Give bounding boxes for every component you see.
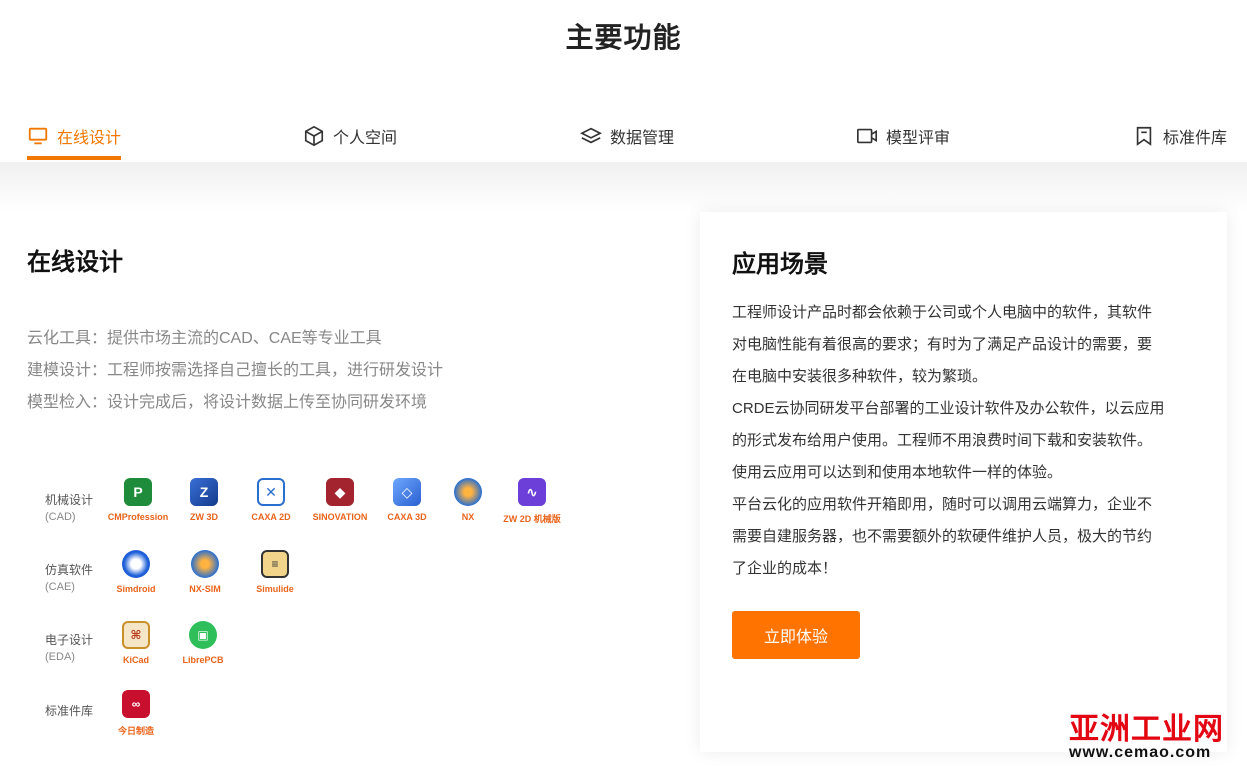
layers-icon — [580, 127, 602, 144]
zw3d-icon: Z — [190, 478, 218, 506]
card-line: 需要自建服务器，也不需要额外的软硬件维护人员，极大的节约 — [732, 528, 1153, 545]
category-name: 机械设计 — [45, 493, 94, 507]
simulide-icon: ≡ — [261, 550, 289, 578]
active-tab-indicator — [27, 156, 121, 160]
try-now-button[interactable]: 立即体验 — [732, 611, 860, 659]
app-caxa2d[interactable]: ✕ CAXA 2D — [231, 478, 311, 522]
card-line: 的形式发布给用户使用。工程师不用浪费时间下载和安装软件。 — [732, 432, 1153, 449]
app-label: LibrePCB — [182, 655, 224, 665]
caxa3d-icon: ◇ — [393, 478, 421, 506]
cube-icon — [304, 125, 324, 147]
scenario-card: 应用场景 工程师设计产品时都会依赖于公司或个人电脑中的软件，其软件 对电脑性能有… — [700, 212, 1227, 752]
feature-line: 建模设计：工程师按需选择自己擅长的工具，进行研发设计 — [27, 362, 444, 379]
app-jinri-zhizao[interactable]: ∞ 今日制造 — [96, 690, 176, 737]
app-label: NX-SIM — [189, 584, 221, 594]
card-paragraph-3: 平台云化的应用软件开箱即用，随时可以调用云端算力，企业不 需要自建服务器，也不需… — [732, 489, 1192, 585]
nxsim-icon — [191, 550, 219, 578]
card-line: 对电脑性能有着很高的要求；有时为了满足产品设计的需要，要 — [732, 336, 1153, 353]
card-title: 应用场景 — [732, 251, 828, 278]
category-standard-parts: 标准件库 — [45, 703, 93, 720]
simdroid-icon — [122, 550, 150, 578]
video-camera-icon — [857, 128, 877, 144]
category-cad: 机械设计 (CAD) — [45, 492, 93, 526]
category-eda: 电子设计 (EDA) — [45, 632, 93, 666]
app-label: Simulide — [256, 584, 294, 594]
app-librepcb[interactable]: ▣ LibrePCB — [163, 621, 243, 665]
card-paragraph-2: CRDE云协同研发平台部署的工业设计软件及办公软件，以云应用 的形式发布给用户使… — [732, 393, 1192, 489]
card-line: 了企业的成本！ — [732, 560, 838, 577]
cmprofession-icon: P — [124, 478, 152, 506]
app-label: Simdroid — [116, 584, 156, 594]
tab-personal-space[interactable]: 个人空间 — [303, 122, 397, 150]
kicad-icon: ⌘ — [122, 621, 150, 649]
category-sub: (CAE) — [45, 581, 75, 593]
tab-online-design[interactable]: 在线设计 — [27, 122, 121, 150]
caxa2d-icon: ✕ — [257, 478, 285, 506]
section-heading: 在线设计 — [27, 249, 123, 276]
tab-label: 模型评审 — [886, 130, 951, 147]
app-nxsim[interactable]: NX-SIM — [165, 550, 245, 594]
tab-label: 在线设计 — [57, 130, 122, 147]
watermark-url: www.cemao.com — [1069, 744, 1212, 761]
category-cae: 仿真软件 (CAE) — [45, 562, 93, 596]
app-label: CAXA 2D — [251, 512, 291, 522]
category-name: 仿真软件 — [45, 563, 94, 577]
librepcb-icon: ▣ — [189, 621, 217, 649]
sinovation-icon: ◆ — [326, 478, 354, 506]
app-simulide[interactable]: ≡ Simulide — [235, 550, 315, 594]
page: 主要功能 在线设计 个人空间 数据管理 模型评审 标准件库 在线设计 云化工具：… — [0, 0, 1247, 769]
jinri-zhizao-icon: ∞ — [122, 690, 150, 718]
monitor-icon — [28, 127, 48, 145]
card-line: CRDE云协同研发平台部署的工业设计软件及办公软件，以云应用 — [732, 400, 1165, 417]
tab-standard-parts[interactable]: 标准件库 — [1133, 122, 1227, 150]
card-line: 工程师设计产品时都会依赖于公司或个人电脑中的软件，其软件 — [732, 304, 1153, 321]
tab-data-management[interactable]: 数据管理 — [580, 122, 674, 150]
category-sub: (EDA) — [45, 651, 75, 663]
tab-model-review[interactable]: 模型评审 — [856, 122, 950, 150]
category-name: 电子设计 — [45, 633, 94, 647]
watermark-logo-text: 亚洲工业网 — [1069, 713, 1224, 746]
tabs-divider — [0, 162, 1247, 212]
feature-tabs: 在线设计 个人空间 数据管理 模型评审 标准件库 — [0, 110, 1247, 162]
card-line: 平台云化的应用软件开箱即用，随时可以调用云端算力，企业不 — [732, 496, 1153, 513]
card-line: 使用云应用可以达到和使用本地软件一样的体验。 — [732, 464, 1063, 481]
feature-line: 云化工具：提供市场主流的CAD、CAE等专业工具 — [27, 330, 382, 347]
card-paragraph-1: 工程师设计产品时都会依赖于公司或个人电脑中的软件，其软件 对电脑性能有着很高的要… — [732, 297, 1192, 393]
tab-label: 数据管理 — [610, 130, 675, 147]
app-label: ZW 2D 机械版 — [503, 514, 561, 524]
bookmark-icon — [1136, 126, 1152, 146]
app-label: 今日制造 — [117, 726, 154, 736]
tab-label: 标准件库 — [1163, 130, 1228, 147]
app-zw2d[interactable]: ∿ ZW 2D 机械版 — [492, 478, 572, 525]
zw2d-icon: ∿ — [518, 478, 546, 506]
card-line: 在电脑中安装很多种软件，较为繁琐。 — [732, 368, 988, 385]
category-name: 标准件库 — [45, 704, 94, 718]
feature-line: 模型检入：设计完成后，将设计数据上传至协同研发环境 — [27, 394, 428, 411]
app-simdroid[interactable]: Simdroid — [96, 550, 176, 594]
nx-icon — [454, 478, 482, 506]
watermark: 亚洲工业网 www.cemao.com — [1063, 700, 1247, 769]
page-title: 主要功能 — [565, 22, 682, 53]
tab-label: 个人空间 — [333, 130, 398, 147]
category-sub: (CAD) — [45, 511, 76, 523]
